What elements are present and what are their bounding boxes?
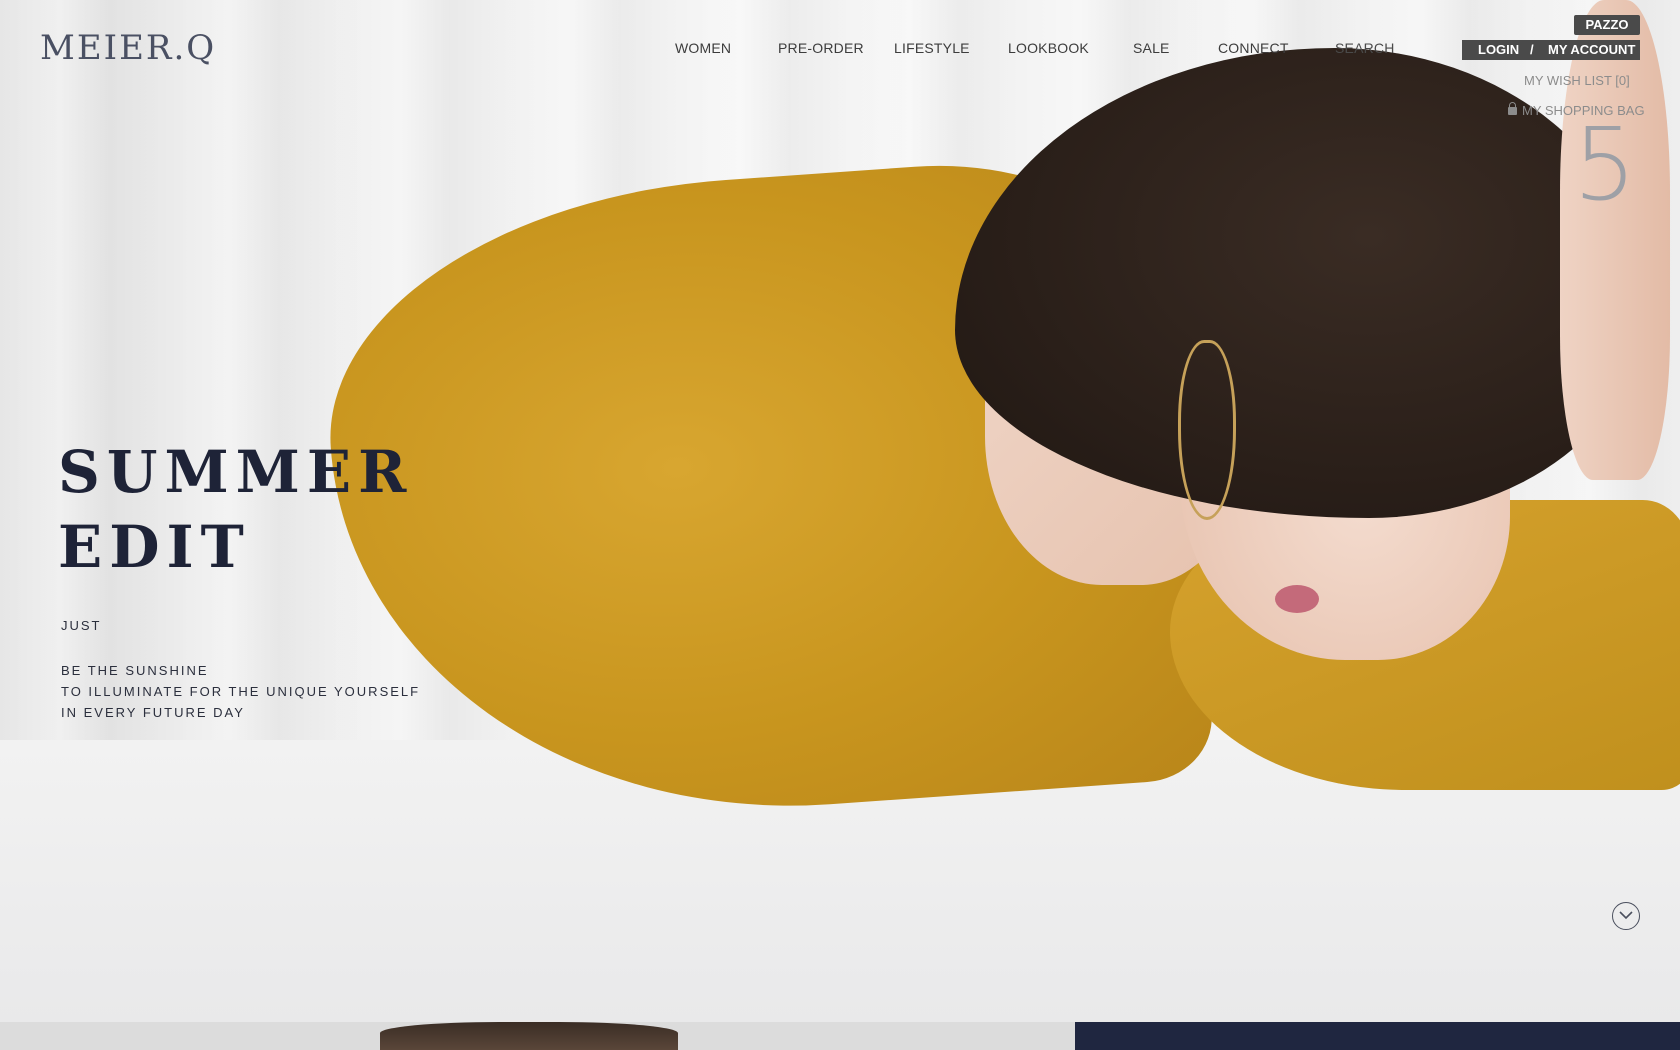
headline-line-2: EDIT [58,513,251,581]
hero-model-earring [1178,340,1236,520]
account-separator: / [1530,42,1534,57]
chevron-down-circle-icon [1619,911,1633,920]
tagline-line-2: TO ILLUMINATE FOR THE UNIQUE YOURSELF [61,684,421,699]
scroll-down-button[interactable] [1612,902,1640,930]
preview-model-photo [380,1022,678,1050]
wish-list-count: [0] [1615,73,1630,88]
nav-search-link[interactable]: SEARCH [1335,40,1395,56]
lock-icon [1508,102,1517,115]
wish-list-link[interactable]: MY WISH LIST [0] [1524,73,1630,88]
hero-headline: SUMMER EDIT [58,435,413,585]
nav-item-women[interactable]: WOMEN [675,40,731,56]
hero-tagline: BE THE SUNSHINE TO ILLUMINATE FOR THE UN… [61,660,420,723]
my-account-link[interactable]: MY ACCOUNT [1548,40,1635,60]
preview-right-panel [1075,1022,1680,1050]
next-section-preview [0,1022,1680,1050]
nav-item-connect[interactable]: CONNECT [1218,40,1289,56]
nav-item-lifestyle[interactable]: LIFESTYLE [894,40,970,56]
slide-number: 5 [1573,106,1637,223]
tagline-line-3: IN EVERY FUTURE DAY [61,705,245,720]
account-bar: LOGIN / MY ACCOUNT [1462,40,1640,60]
login-link[interactable]: LOGIN [1478,40,1519,60]
tagline-line-1: BE THE SUNSHINE [61,663,209,678]
wish-list-label: MY WISH LIST [1524,73,1612,88]
hero-model-lips [1275,585,1319,613]
pazzo-brand-link[interactable]: PAZZO [1574,15,1640,35]
hero-model-arm [1560,0,1670,480]
hero-intro: JUST [61,618,102,633]
nav-item-sale[interactable]: SALE [1133,40,1170,56]
headline-line-1: SUMMER [58,438,414,506]
main-nav: WOMEN PRE-ORDER LIFESTYLE LOOKBOOK SALE … [0,40,1680,62]
nav-item-lookbook[interactable]: LOOKBOOK [1008,40,1089,56]
nav-item-pre-order[interactable]: PRE-ORDER [778,40,864,56]
